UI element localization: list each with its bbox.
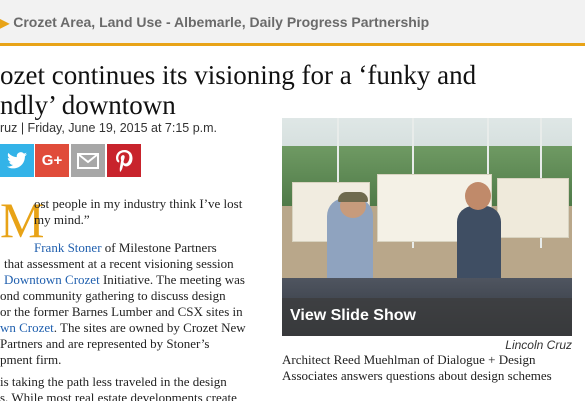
photo-person-hat bbox=[338, 192, 368, 202]
accent-divider bbox=[0, 43, 585, 46]
photo-credit: Lincoln Cruz bbox=[505, 338, 572, 352]
body-text: of Milestone Partners bbox=[101, 240, 217, 255]
presentation-board bbox=[497, 178, 569, 238]
chevron-right-icon: ▶ bbox=[0, 16, 10, 30]
photo-person-head bbox=[465, 182, 491, 210]
body-line: Frank Stoner of Milestone Partners bbox=[34, 240, 217, 256]
body-line: my mind.” bbox=[34, 212, 90, 227]
headline-line-1: ozet continues its visioning for a ‘funk… bbox=[0, 60, 477, 90]
body-line: ond community gathering to discuss desig… bbox=[0, 288, 226, 303]
slideshow-overlay[interactable]: View Slide Show bbox=[282, 298, 572, 336]
body-line: is taking the path less traveled in the … bbox=[0, 374, 227, 389]
headline-line-2: ndly’ downtown bbox=[0, 90, 176, 120]
link-downtown-crozet[interactable]: Downtown Crozet bbox=[4, 272, 100, 287]
article-byline: ruz | Friday, June 19, 2015 at 7:15 p.m. bbox=[0, 121, 218, 135]
body-line: or the former Barnes Lumber and CSX site… bbox=[0, 304, 243, 319]
body-line: s. While most real estate developments c… bbox=[0, 390, 237, 401]
googleplus-share-button[interactable]: G+ bbox=[35, 144, 69, 177]
pinterest-share-button[interactable] bbox=[107, 144, 141, 177]
article-headline: ozet continues its visioning for a ‘funk… bbox=[0, 60, 585, 120]
body-line: Downtown Crozet Initiative. The meeting … bbox=[4, 272, 245, 288]
body-text: Initiative. The meeting was bbox=[99, 272, 245, 287]
body-line: pment firm. bbox=[0, 352, 62, 367]
photo-caption: Architect Reed Muehlman of Dialogue + De… bbox=[282, 352, 552, 383]
body-line: wn Crozet. The sites are owned by Crozet… bbox=[0, 320, 246, 336]
body-line: ost people in my industry think I’ve los… bbox=[34, 196, 243, 211]
pinterest-icon bbox=[116, 149, 133, 172]
googleplus-icon: G+ bbox=[41, 152, 63, 169]
breadcrumb-text[interactable]: Crozet Area, Land Use - Albemarle, Daily… bbox=[13, 14, 429, 30]
link-downtown-crozet-2[interactable]: wn Crozet bbox=[0, 320, 54, 335]
body-line: Partners and are represented by Stoner’s bbox=[0, 336, 210, 351]
body-text: . The sites are owned by Crozet New bbox=[53, 320, 246, 335]
email-share-button[interactable] bbox=[71, 144, 105, 177]
twitter-icon bbox=[7, 152, 27, 169]
link-frank-stoner[interactable]: Frank Stoner bbox=[34, 240, 102, 255]
breadcrumb[interactable]: ▶ Crozet Area, Land Use - Albemarle, Dail… bbox=[0, 14, 429, 30]
email-icon bbox=[77, 152, 99, 169]
twitter-share-button[interactable] bbox=[0, 144, 34, 177]
slideshow-photo[interactable]: View Slide Show bbox=[282, 118, 572, 336]
view-slide-show-button[interactable]: View Slide Show bbox=[290, 307, 416, 325]
body-line: that assessment at a recent visioning se… bbox=[4, 256, 234, 271]
breadcrumb-bar: ▶ Crozet Area, Land Use - Albemarle, Dail… bbox=[0, 0, 585, 46]
